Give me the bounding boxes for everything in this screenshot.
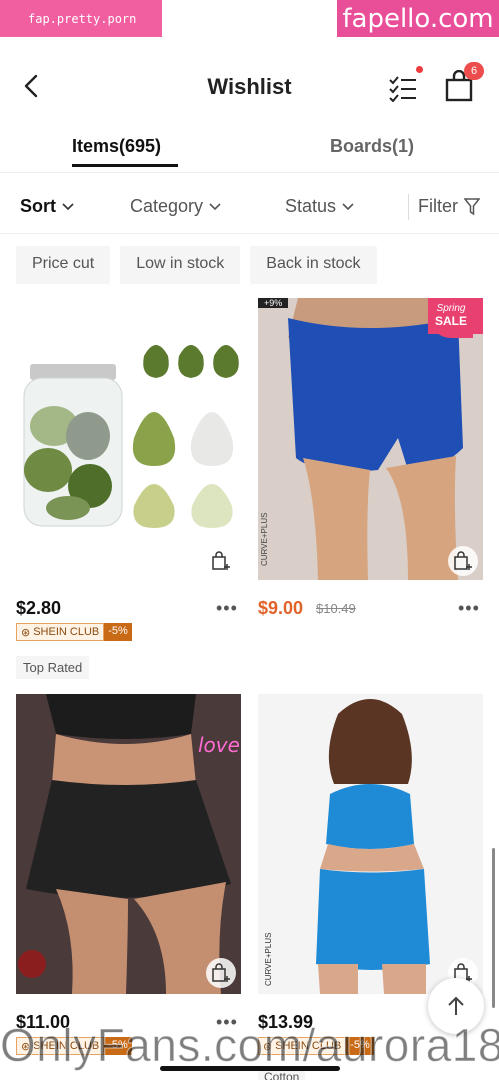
funnel-icon [464,197,480,215]
tab-items[interactable]: Items(695) [72,136,161,157]
spring-sale-badge: Spring SALE [429,298,473,338]
shein-club-badge: ⊛ SHEIN CLUB -5% [16,623,132,641]
chevron-down-icon [342,202,354,210]
arrow-up-icon [448,996,464,1015]
product-card[interactable]: love $11.00 ••• ⊛ SHEIN CLUB -5% [16,694,241,1055]
tab-boards[interactable]: Boards(1) [330,136,414,157]
add-to-bag-icon [212,963,230,982]
club-icon: ⊛ [21,626,31,639]
chevron-down-icon [62,202,74,210]
notification-dot [416,66,423,73]
badge-bottom-text: SALE [434,314,467,328]
blue-sequin-skort-image [258,298,483,580]
filter-button[interactable]: Filter [418,196,480,217]
filter-divider [408,194,409,220]
club-label: ⊛ SHEIN CLUB [16,623,105,641]
cart-count-badge: 6 [464,62,484,80]
top-bar: Wishlist 6 [0,58,499,118]
sponge-set-image [23,345,239,528]
add-to-bag-icon [454,551,472,570]
status-label: Status [285,196,337,216]
brand-vertical-label: CURVE+PLUS [264,932,273,986]
add-to-bag-icon [212,551,230,570]
add-to-cart-button[interactable] [448,546,478,576]
category-label: Category [130,196,204,216]
watermark-left: fap.pretty.porn [0,0,162,37]
filter-bar: Sort Category Status Filter [0,180,499,234]
scrollbar[interactable] [492,848,495,1008]
product-image[interactable]: Spring SALE +9% CURVE+PLUS [258,298,483,580]
quick-filter-chips: Price cut Low in stock Back in stock [16,246,377,284]
product-sale-price: $9.00 [258,598,304,618]
black-skort-image: love [16,694,241,994]
chip-low-in-stock[interactable]: Low in stock [120,246,241,284]
product-card[interactable]: $2.80 ••• ⊛ SHEIN CLUB -5% Top Rated [16,298,241,688]
sort-label: Sort [20,196,56,216]
watermark-right: fapello.com [337,0,499,37]
product-price: $2.80 [16,598,62,618]
add-to-cart-button[interactable] [206,958,236,988]
corner-label: +9% [258,298,289,308]
chevron-down-icon [209,202,221,210]
product-original-price: $10.49 [316,601,356,616]
add-to-cart-button[interactable] [206,546,236,576]
club-discount: -5% [104,623,132,641]
sort-dropdown[interactable]: Sort [20,196,74,217]
wishlist-tabs: Items(695) Boards(1) [0,128,499,173]
chip-price-cut[interactable]: Price cut [16,246,111,284]
brand-vertical-label: CURVE+PLUS [260,512,269,566]
more-options-button[interactable]: ••• [458,598,480,619]
product-image[interactable]: love [16,694,241,994]
top-rated-tag: Top Rated [16,656,90,679]
category-dropdown[interactable]: Category [130,196,221,217]
blue-two-piece-set-image [258,694,483,994]
club-name: SHEIN CLUB [33,626,100,638]
product-card[interactable]: Spring SALE +9% CURVE+PLUS $9.00 $10.49 … [258,298,483,628]
home-indicator[interactable] [160,1066,340,1071]
product-image[interactable]: CURVE+PLUS [258,694,483,994]
neon-sign-text: love [198,733,240,757]
checklist-icon[interactable] [388,74,418,102]
active-tab-indicator [72,164,178,167]
more-options-button[interactable]: ••• [216,598,238,619]
chip-back-in-stock[interactable]: Back in stock [250,246,377,284]
filter-label: Filter [418,196,458,216]
product-image[interactable] [16,298,241,580]
status-dropdown[interactable]: Status [285,196,354,217]
page-title: Wishlist [207,74,292,99]
